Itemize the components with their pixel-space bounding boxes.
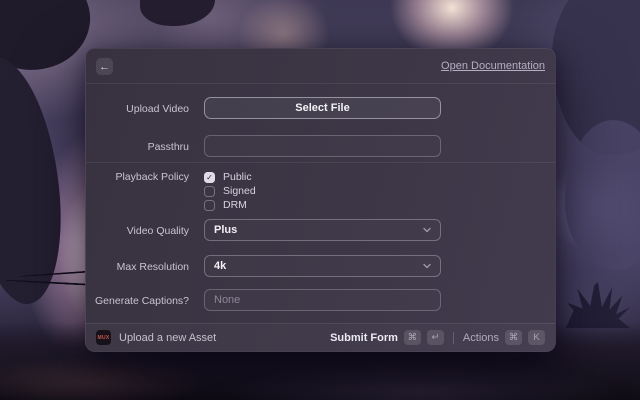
checkbox-row-drm[interactable]: DRM [204,198,441,212]
checkbox-label: DRM [223,199,247,211]
upload-video-label: Upload Video [86,103,189,115]
video-quality-label: Video Quality [86,225,189,237]
playback-policy-label: Playback Policy [86,171,189,183]
dialog-title: Upload a new Asset [119,332,216,344]
video-quality-value: Plus [214,224,422,236]
back-button[interactable]: ← [96,58,113,75]
open-documentation-link[interactable]: Open Documentation [441,60,545,72]
passthru-label: Passthru [86,141,189,153]
checkbox-row-public[interactable]: ✓ Public [204,170,441,184]
select-file-button[interactable]: Select File [204,97,441,119]
checkbox-label: Signed [223,185,256,197]
submit-form-button[interactable]: Submit Form [330,332,398,344]
passthru-input[interactable] [204,135,441,157]
video-quality-select[interactable]: Plus [204,219,441,241]
playback-policy-group: ✓ Public Signed DRM [204,170,441,212]
command-key-icon: ⌘ [404,330,421,345]
checkbox-unchecked-icon[interactable] [204,200,215,211]
checkbox-checked-icon[interactable]: ✓ [204,172,215,183]
actions-menu-button[interactable]: Actions [463,332,499,344]
back-arrow-icon: ← [99,61,110,73]
checkbox-label: Public [223,171,252,183]
k-key-icon: K [528,330,545,345]
right-foliage [565,120,640,270]
return-key-icon: ↵ [427,330,444,345]
section-divider [86,162,555,163]
mux-logo-icon: MUX [96,330,111,345]
dialog-header: ← Open Documentation [86,49,555,84]
footer-separator [453,332,454,344]
generate-captions-input[interactable] [204,289,441,311]
upload-asset-dialog: ← Open Documentation Upload Video Select… [85,48,556,352]
checkbox-row-signed[interactable]: Signed [204,184,441,198]
chevron-down-icon [422,261,432,271]
left-tree-silhouette [0,51,71,309]
footer-actions: Submit Form ⌘ ↵ Actions ⌘ K [330,330,545,345]
command-key-icon: ⌘ [505,330,522,345]
chevron-down-icon [422,225,432,235]
screen: ← Open Documentation Upload Video Select… [0,0,640,400]
dialog-footer: MUX Upload a new Asset Submit Form ⌘ ↵ A… [86,323,555,351]
max-resolution-select[interactable]: 4k [204,255,441,277]
tree-canopy-silhouette [140,0,215,26]
max-resolution-label: Max Resolution [86,261,189,273]
max-resolution-value: 4k [214,260,422,272]
checkbox-unchecked-icon[interactable] [204,186,215,197]
generate-captions-label: Generate Captions? [86,295,189,307]
